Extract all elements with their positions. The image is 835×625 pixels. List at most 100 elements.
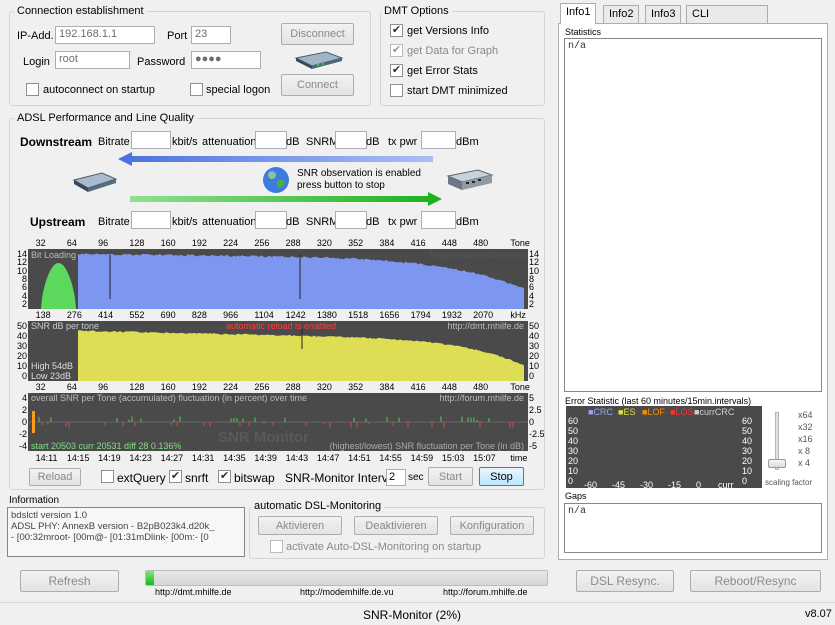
khz-tick: 414 xyxy=(98,310,113,320)
info-line: ADSL PHY: AnnexB version - B2pB023k4.d20… xyxy=(11,521,241,532)
snr-y-tick: 10 xyxy=(529,361,539,371)
scale-option[interactable]: x64 xyxy=(798,410,813,420)
error-y-tick: 60 xyxy=(742,416,752,426)
tone-tick: 288 xyxy=(286,238,301,248)
modem-left-icon xyxy=(72,170,118,194)
fluct-y-tick: 2 xyxy=(22,405,27,415)
connect-button[interactable]: Connect xyxy=(281,74,354,96)
fluct-y-tick: 2.5 xyxy=(529,405,542,415)
auto-startup-checkbox[interactable] xyxy=(270,540,283,553)
tone-tick: Tone xyxy=(510,382,530,392)
scale-option[interactable]: x32 xyxy=(798,422,813,432)
error-y-tick: 30 xyxy=(568,446,578,456)
snr-y-tick: 50 xyxy=(529,321,539,331)
tab-cli[interactable]: CLI xyxy=(686,5,768,23)
time-tick: time xyxy=(510,453,527,463)
scaling-slider-thumb[interactable] xyxy=(768,459,786,468)
ip-input[interactable]: 192.168.1.1 xyxy=(55,26,155,44)
snr-y-tick: 0 xyxy=(22,371,27,381)
versions-checkbox[interactable]: ✔ xyxy=(390,24,403,37)
extquery-checkbox[interactable] xyxy=(101,470,114,483)
upstream-label: Upstream xyxy=(30,215,85,229)
snrft-checkbox[interactable]: ✔ xyxy=(169,470,182,483)
gaps-box: n/a xyxy=(564,503,822,553)
tab-info3[interactable]: Info3 xyxy=(645,5,681,23)
graph-data-checkbox[interactable]: ✔ xyxy=(390,44,403,57)
fluct-y-tick: -4 xyxy=(19,441,27,451)
error-y-tick: 60 xyxy=(568,416,578,426)
time-tick: 14:59 xyxy=(411,453,434,463)
scale-option[interactable]: x16 xyxy=(798,434,813,444)
fluct-y-tick: -2 xyxy=(19,429,27,439)
activate-button[interactable]: Aktivieren xyxy=(258,516,342,535)
error-y-tick: 50 xyxy=(742,426,752,436)
login-input[interactable]: root xyxy=(55,51,130,69)
tab-info1[interactable]: Info1 xyxy=(560,3,596,24)
us-snrm-db-label: dB xyxy=(366,216,379,228)
scale-option[interactable]: x 8 xyxy=(798,446,810,456)
interval-input[interactable]: 2 xyxy=(386,469,406,486)
tab-info2[interactable]: Info2 xyxy=(603,5,639,23)
link-modemhilfe[interactable]: http://modemhilfe.de.vu xyxy=(300,587,394,597)
error-y-tick: 20 xyxy=(742,456,752,466)
error-y-tick: 40 xyxy=(568,436,578,446)
refresh-button[interactable]: Refresh xyxy=(20,570,119,592)
dmt-minimized-label: start DMT minimized xyxy=(407,85,508,97)
scaling-items: x64 x32 x16 x 8 x 4 xyxy=(790,410,825,475)
time-tick: 14:55 xyxy=(379,453,402,463)
bitload-right-ticks: 14 12 10 8 6 4 2 xyxy=(528,249,542,309)
ds-db-label: dB xyxy=(286,136,299,148)
link-forum[interactable]: http://forum.mhilfe.de xyxy=(443,587,528,597)
disconnect-button[interactable]: Disconnect xyxy=(281,23,354,45)
reload-button[interactable]: Reload xyxy=(29,468,81,486)
snr-high: High 54dB xyxy=(31,361,73,371)
fluct-bottom-msg: (highest/lowest) SNR fluctuation per Ton… xyxy=(330,441,524,451)
snr-y-tick: 30 xyxy=(17,341,27,351)
reboot-resync-button[interactable]: Reboot/Resync xyxy=(690,570,821,592)
extquery-label: extQuery xyxy=(117,471,166,485)
dmt-minimized-checkbox[interactable] xyxy=(390,84,403,97)
versions-label: get Versions Info xyxy=(407,25,489,37)
ds-bitrate-field xyxy=(131,131,171,149)
snr-msg-2: press button to stop xyxy=(297,180,385,191)
config-button[interactable]: Konfiguration xyxy=(450,516,534,535)
us-atten-field xyxy=(255,211,287,229)
stop-button[interactable]: Stop xyxy=(479,467,524,486)
upstream-bitload-area xyxy=(41,263,76,309)
us-snrm-label: SNRM xyxy=(306,216,338,228)
dsl-resync-button[interactable]: DSL Resync. xyxy=(576,570,674,592)
bitload-graph: Bit Loading http://modemhilfe.de.vu xyxy=(28,249,528,309)
fluctuation-graph: overall SNR per Tone (accumulated) fluct… xyxy=(28,393,528,451)
snr-label: SNR dB per tone xyxy=(31,321,99,331)
error-stats-checkbox[interactable]: ✔ xyxy=(390,64,403,77)
tone-tick: 64 xyxy=(67,238,77,248)
sec-label: sec xyxy=(408,472,424,483)
statistics-box: n/a xyxy=(564,38,822,392)
fluct-watermark: http://forum.mhilfe.de xyxy=(439,393,524,403)
time-ticks: 14:11 14:15 14:19 14:23 14:27 14:31 14:35 14:39… xyxy=(28,453,528,463)
password-input[interactable]: ●●●● xyxy=(191,51,261,69)
upstream-arrow xyxy=(130,192,442,206)
start-button[interactable]: Start xyxy=(428,467,473,486)
snr-watermark: http://dmt.mhilfe.de xyxy=(447,321,524,331)
tone-tick: 384 xyxy=(379,382,394,392)
tone-tick: 416 xyxy=(411,238,426,248)
snr-graph: SNR dB per tone automatic reload is enab… xyxy=(28,321,528,381)
error-y-tick: 10 xyxy=(742,466,752,476)
link-dmt[interactable]: http://dmt.mhilfe.de xyxy=(155,587,232,597)
ds-atten-field xyxy=(255,131,287,149)
us-txpwr-field xyxy=(421,211,456,229)
khz-tick: 2070 xyxy=(473,310,493,320)
deactivate-button[interactable]: Deaktivieren xyxy=(354,516,438,535)
bitswap-checkbox[interactable]: ✔ xyxy=(218,470,231,483)
connection-title: Connection establishment xyxy=(14,5,147,17)
tone-tick: 160 xyxy=(161,382,176,392)
scale-option[interactable]: x 4 xyxy=(798,458,810,468)
port-input[interactable]: 23 xyxy=(191,26,231,44)
autoconnect-checkbox[interactable] xyxy=(26,83,39,96)
us-bitrate-label: Bitrate xyxy=(98,216,130,228)
snr-y-tick: 30 xyxy=(529,341,539,351)
bitload-label: Bit Loading xyxy=(31,250,76,260)
special-logon-checkbox[interactable] xyxy=(190,83,203,96)
error-y-tick: 0 xyxy=(742,476,747,486)
